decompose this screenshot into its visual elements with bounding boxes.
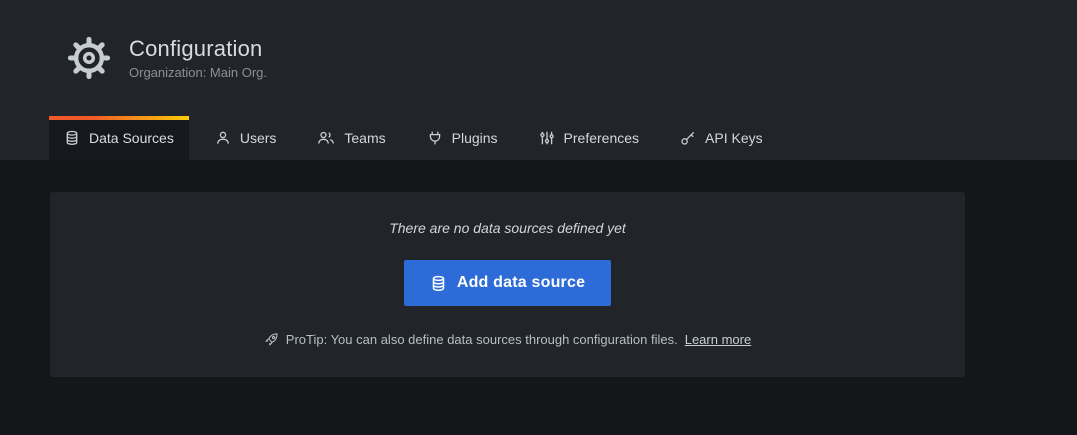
users-icon xyxy=(317,130,335,146)
page-title: Configuration xyxy=(129,36,267,62)
sliders-icon xyxy=(539,130,555,146)
learn-more-link[interactable]: Learn more xyxy=(685,332,751,347)
plug-icon xyxy=(427,130,443,146)
tab-api-keys[interactable]: API Keys xyxy=(665,116,778,160)
page-subtitle: Organization: Main Org. xyxy=(129,65,267,80)
tab-label: API Keys xyxy=(705,130,763,146)
tab-data-sources[interactable]: Data Sources xyxy=(49,116,189,160)
page-header: Configuration Organization: Main Org. xyxy=(0,0,1077,116)
tab-teams[interactable]: Teams xyxy=(302,116,400,160)
tab-label: Users xyxy=(240,130,277,146)
tab-label: Plugins xyxy=(452,130,498,146)
user-icon xyxy=(215,130,231,146)
gear-icon xyxy=(66,35,112,81)
protip: ProTip: You can also define data sources… xyxy=(264,332,751,347)
database-icon xyxy=(64,130,80,146)
rocket-icon xyxy=(264,332,279,347)
tab-label: Preferences xyxy=(564,130,639,146)
tab-bar: Data Sources Users Teams xyxy=(0,116,1077,160)
header-text: Configuration Organization: Main Org. xyxy=(129,36,267,80)
tab-users[interactable]: Users xyxy=(200,116,292,160)
tab-label: Teams xyxy=(344,130,385,146)
tab-plugins[interactable]: Plugins xyxy=(412,116,513,160)
key-icon xyxy=(680,130,696,146)
database-icon xyxy=(430,275,447,292)
tab-label: Data Sources xyxy=(89,130,174,146)
content-canvas: There are no data sources defined yet Ad… xyxy=(0,192,1077,435)
tab-preferences[interactable]: Preferences xyxy=(524,116,654,160)
empty-state-message: There are no data sources defined yet xyxy=(389,220,626,236)
protip-text: ProTip: You can also define data sources… xyxy=(286,332,678,347)
add-data-source-label: Add data source xyxy=(457,274,585,292)
add-data-source-button[interactable]: Add data source xyxy=(404,260,611,306)
data-sources-empty-panel: There are no data sources defined yet Ad… xyxy=(50,192,965,377)
